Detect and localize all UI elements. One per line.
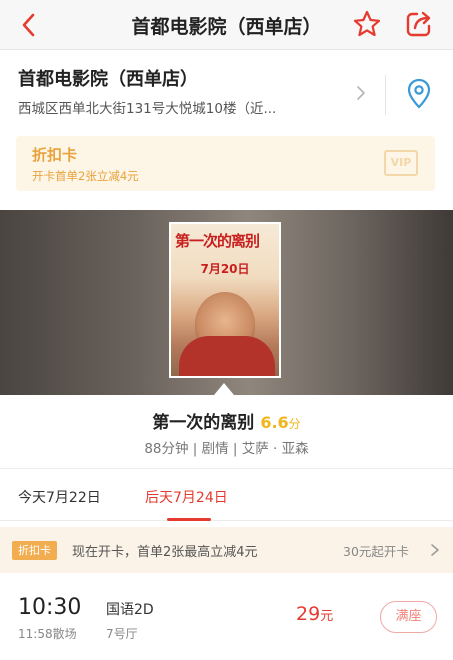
poster-figure <box>179 336 275 376</box>
sold-out-button[interactable]: 满座 <box>380 601 437 633</box>
poster-pointer <box>214 383 234 395</box>
discount-card-label: 折扣卡 <box>32 146 78 164</box>
cinema-name: 首都电影院（西单店） <box>18 69 198 90</box>
movie-poster[interactable]: 第一次的离别 7月20日 <box>169 222 281 378</box>
promo-open-card-link[interactable]: 30元起开卡 <box>343 541 409 560</box>
map-pin-icon[interactable] <box>404 77 434 111</box>
movie-info[interactable]: 第一次的离别 6.6分 88分钟 | 剧情 | 艾萨 · 亚森 <box>0 395 453 467</box>
tab-today[interactable]: 今天7月22日 <box>18 487 101 507</box>
discount-card-description: 开卡首单2张立减4元 <box>32 169 139 183</box>
share-icon[interactable] <box>404 9 434 39</box>
movie-title: 第一次的离别 <box>152 413 255 433</box>
nav-header: 首都电影院（西单店） <box>0 0 453 50</box>
movie-score-unit: 分 <box>288 417 301 431</box>
star-outline-icon[interactable] <box>352 9 382 39</box>
divider <box>385 75 386 115</box>
tab-day-after-tomorrow[interactable]: 后天7月24日 <box>145 487 228 507</box>
movie-meta: 88分钟 | 剧情 | 艾萨 · 亚森 <box>144 441 309 457</box>
showtime-price: 29元 <box>296 603 333 625</box>
showtime-start: 10:30 <box>18 595 82 620</box>
chevron-right-icon <box>357 86 365 100</box>
chevron-right-icon <box>431 544 439 556</box>
showtime-end: 11:58散场 <box>18 627 77 641</box>
selected-tab-indicator <box>167 518 211 521</box>
showtime-language: 国语2D <box>106 602 154 618</box>
discount-card-banner[interactable]: 折扣卡 开卡首单2张立减4元 VIP <box>16 136 435 191</box>
showtime-row[interactable]: 10:30 11:58散场 国语2D 7号厅 29元 满座 <box>0 573 453 660</box>
date-tabs: 今天7月22日 后天7月24日 <box>0 469 453 521</box>
price-value: 29 <box>296 603 321 625</box>
page-title: 首都电影院（西单店） <box>131 16 322 38</box>
price-unit: 元 <box>320 609 334 624</box>
poster-title: 第一次的离别 <box>175 232 260 250</box>
movie-score: 6.6 <box>260 413 289 432</box>
promo-bar[interactable]: 折扣卡 现在开卡，首单2张最高立减4元 30元起开卡 <box>0 527 453 573</box>
promo-tag: 折扣卡 <box>12 541 57 560</box>
poster-date: 7月20日 <box>200 262 250 276</box>
showtime-hall: 7号厅 <box>106 627 138 641</box>
cinema-info[interactable]: 首都电影院（西单店） 西城区西单北大街131号大悦城10楼（近... <box>0 51 453 131</box>
promo-text: 现在开卡，首单2张最高立减4元 <box>72 545 258 560</box>
movie-title-line: 第一次的离别 6.6分 <box>0 408 453 433</box>
vip-badge-icon: VIP <box>384 150 418 176</box>
cinema-address: 西城区西单北大街131号大悦城10楼（近... <box>18 101 277 117</box>
